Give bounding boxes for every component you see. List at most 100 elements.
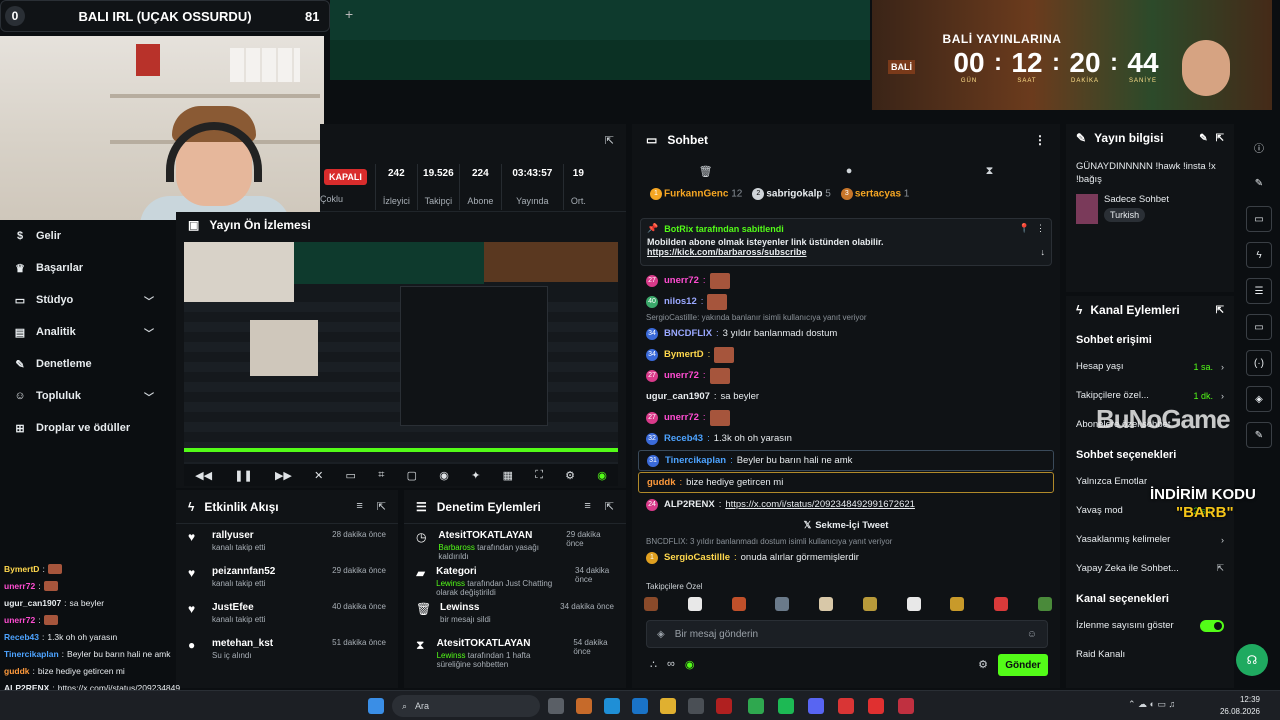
chat-username[interactable]: unerr72 [664, 370, 699, 381]
setting-raid-channel[interactable]: Raid Kanalı [1066, 640, 1234, 669]
infinity-icon[interactable]: ∞ [667, 658, 675, 671]
filter-icon[interactable]: ≡ [584, 500, 590, 513]
pencil-icon[interactable]: ✎ [1246, 170, 1272, 196]
chat-username[interactable]: BNCDFLIX [664, 328, 712, 339]
edit-icon[interactable]: ✎ [1199, 133, 1207, 144]
chat-message[interactable]: 1 SergioCastillle: onuda alırlar görmemişl… [632, 547, 1060, 568]
chat-username[interactable]: ALP2RENX [664, 499, 715, 510]
forward-icon[interactable]: ▶▶ [275, 469, 292, 482]
popout-icon[interactable]: ⇱ [1216, 133, 1224, 144]
task-view-icon[interactable] [548, 698, 564, 714]
chat-message[interactable]: 27 unerr72: [632, 365, 1060, 386]
chat-message[interactable]: 24 ALP2RENX: https://x.com/i/status/209234… [632, 494, 1060, 515]
emote[interactable] [644, 597, 658, 611]
layout-icon[interactable]: ▭ [1246, 206, 1272, 232]
emote[interactable] [1037, 597, 1052, 611]
fullscreen-icon[interactable]: ⛶ [535, 469, 543, 482]
spotify-icon[interactable] [778, 698, 794, 714]
shield-icon[interactable]: ◈ [1246, 386, 1272, 412]
system-tray[interactable]: ⌃ ☁ ◐ ▭ ♫ [1128, 699, 1175, 710]
nav-item-revenue[interactable]: $ Gelir [0, 220, 172, 252]
chat-message[interactable]: 32 Receb43:1.3k oh oh yarasın [632, 428, 1060, 449]
lightning-app-icon[interactable] [868, 698, 884, 714]
pause-icon[interactable]: ❚❚ [234, 469, 252, 482]
broadcast-icon[interactable]: (·) [1246, 350, 1272, 376]
setting-ai-chat[interactable]: Yapay Zeka ile Sohbet... ⇱ [1066, 554, 1234, 583]
chat-message[interactable]: ugur_can1907: sa beyler [632, 386, 1060, 407]
chat-username[interactable]: Receb43 [664, 433, 703, 444]
xbox-icon[interactable] [688, 698, 704, 714]
info-icon[interactable]: ⓘ [1246, 134, 1272, 160]
record-icon[interactable]: ◉ [439, 469, 449, 482]
chat-message[interactable]: 27 unerr72: [632, 407, 1060, 428]
chat-username[interactable]: unerr72 [664, 412, 699, 423]
app-icon[interactable] [576, 698, 592, 714]
outlook-icon[interactable] [632, 698, 648, 714]
opera-icon[interactable] [716, 698, 732, 714]
popout-icon[interactable]: ⇱ [605, 500, 614, 513]
chat-message[interactable]: 40 nilos12: [632, 291, 1060, 312]
chat-input[interactable]: ◈ Bir mesaj gönderin ☺ [646, 620, 1048, 648]
emoji-icon[interactable]: ☺ [1027, 629, 1037, 640]
chat-bubble-icon[interactable]: ● [846, 165, 853, 177]
crop-icon[interactable]: ⌗ [378, 469, 384, 482]
app-red-icon[interactable] [838, 698, 854, 714]
layout-icon[interactable]: ▦ [503, 469, 513, 482]
chat-username[interactable]: ugur_can1907 [646, 391, 710, 402]
chat-icon[interactable]: ▭ [1246, 314, 1272, 340]
explorer-icon[interactable] [660, 698, 676, 714]
emote[interactable] [862, 597, 877, 611]
emote[interactable] [819, 597, 834, 611]
dots-icon[interactable]: ∴ [650, 658, 657, 671]
nav-item-achievements[interactable]: ♛ Başarılar [0, 252, 172, 284]
wrench-icon[interactable]: ✎ [1246, 422, 1272, 448]
sparkle-icon[interactable]: ✦ [471, 469, 480, 482]
kick-icon[interactable]: ◉ [685, 658, 695, 671]
chat-username[interactable]: guddk [647, 477, 676, 488]
hourglass-icon[interactable]: ⧗ [986, 165, 994, 178]
popout-icon[interactable]: ⇱ [1216, 305, 1224, 316]
pinned-link[interactable]: https://kick.com/barbaross/subscribe [647, 247, 807, 257]
chat-username[interactable]: Tinercikaplan [665, 455, 726, 466]
list-icon[interactable]: ☰ [1246, 278, 1272, 304]
tweet-embed-button[interactable]: 𝕏 Sekme-İçi Tweet [632, 515, 1060, 536]
mute-icon[interactable]: ✕ [314, 469, 323, 482]
chat-link[interactable]: https://x.com/i/status/20923484929916726… [725, 499, 915, 510]
nav-item-analytics[interactable]: ▤ Analitik ﹀ [0, 316, 172, 348]
app-icon[interactable] [898, 698, 914, 714]
popout-icon[interactable]: ⇱ [377, 500, 386, 513]
emote[interactable] [906, 597, 921, 611]
emote[interactable] [994, 597, 1009, 611]
chat-message[interactable]: guddk: bize hediye getircen mi [638, 472, 1054, 493]
more-icon[interactable]: ⋮ [1036, 223, 1045, 234]
taskbar-search[interactable]: ⌕ Ara [392, 695, 540, 717]
camera-icon[interactable]: ▭ [346, 469, 356, 482]
toggle-switch[interactable] [1200, 619, 1224, 632]
lightning-icon[interactable]: ϟ [1246, 242, 1272, 268]
windows-start-icon[interactable] [368, 698, 384, 714]
frame-icon[interactable]: ▢ [407, 469, 417, 482]
chat-username[interactable]: SergioCastillle [664, 552, 730, 563]
setting-account-age[interactable]: Hesap yaşı 1 sa. › [1066, 352, 1234, 381]
nav-item-studio[interactable]: ▭ Stüdyo ﹀ [0, 284, 172, 316]
trash-icon[interactable]: 🗑 [699, 165, 713, 178]
filter-icon[interactable]: ≡ [356, 500, 362, 513]
send-button[interactable]: Gönder [998, 654, 1048, 676]
emote[interactable] [687, 597, 702, 611]
unpin-icon[interactable]: 📍 [1019, 223, 1030, 234]
chat-username[interactable]: nilos12 [664, 296, 697, 307]
new-tab-button[interactable]: + [345, 6, 353, 22]
category-name[interactable]: Sadece Sohbet [1104, 194, 1169, 205]
chat-message[interactable]: 27 unerr72: [632, 270, 1060, 291]
preview-screen[interactable] [184, 242, 618, 464]
discord-icon[interactable] [808, 698, 824, 714]
setting-banned-words[interactable]: Yasaklanmış kelimeler › [1066, 525, 1234, 554]
edge-icon[interactable] [604, 698, 620, 714]
settings-icon[interactable]: ⚙ [565, 469, 575, 482]
chat-username[interactable]: BymertD [664, 349, 704, 360]
emote[interactable] [775, 597, 790, 611]
nav-item-drops[interactable]: ⊞ Droplar ve ödüller [0, 412, 172, 444]
popout-icon[interactable]: ⇱ [605, 134, 614, 147]
chrome-icon[interactable] [748, 698, 764, 714]
chat-settings-icon[interactable]: ⚙ [978, 658, 988, 671]
